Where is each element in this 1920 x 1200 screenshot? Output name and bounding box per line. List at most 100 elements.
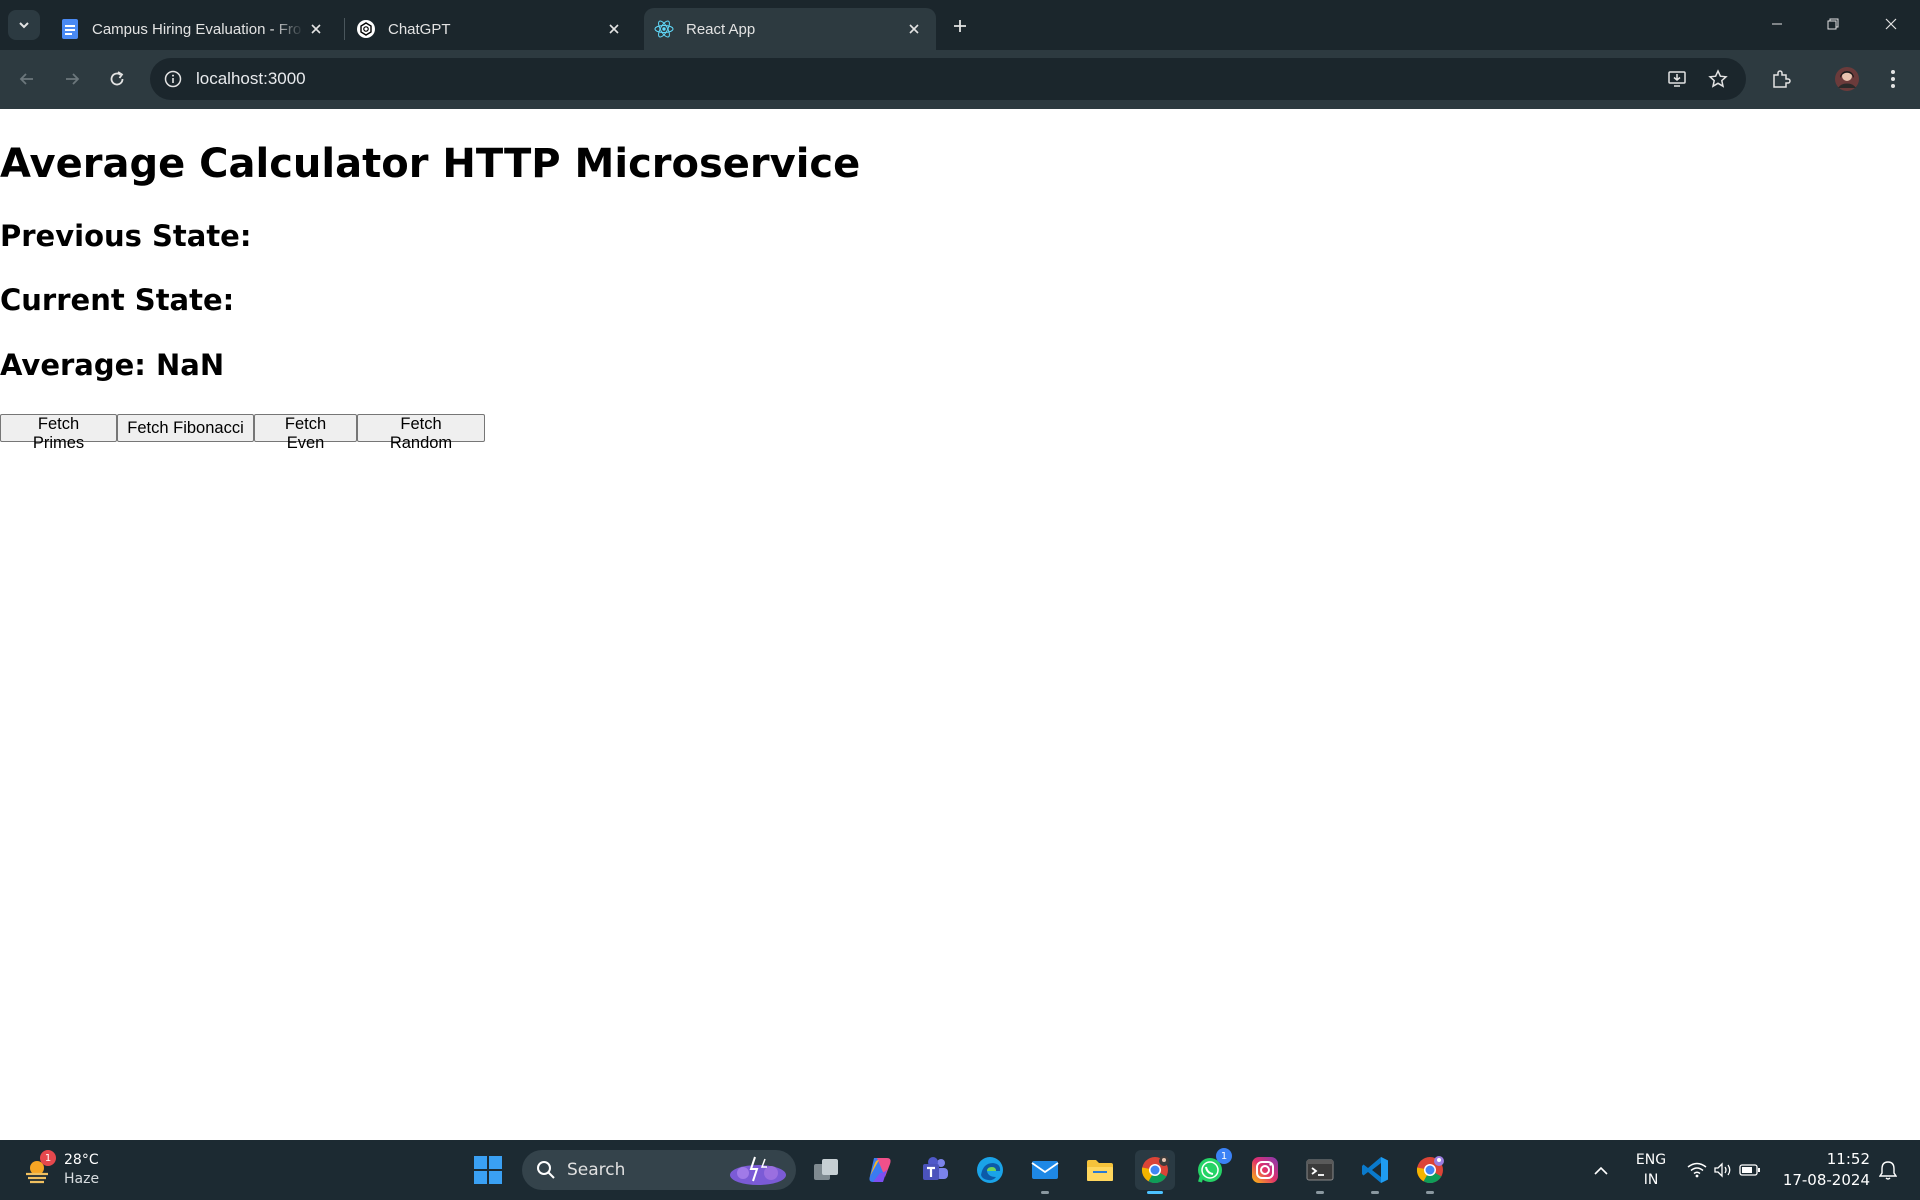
terminal-icon — [1306, 1159, 1334, 1181]
google-docs-icon — [60, 19, 80, 39]
language-indicator[interactable]: ENG IN — [1628, 1150, 1674, 1190]
weather-condition: Haze — [64, 1171, 100, 1187]
previous-state-heading: Previous State: — [0, 219, 252, 253]
arrow-left-icon — [19, 73, 33, 85]
tab-react-app[interactable]: React App — [644, 8, 936, 50]
language-line1: ENG — [1635, 1152, 1667, 1168]
fetch-fibonacci-button[interactable]: Fetch Fibonacci — [117, 414, 254, 442]
vscode-icon — [1362, 1157, 1388, 1183]
fetch-primes-button[interactable]: Fetch Primes — [0, 414, 117, 452]
profile-avatar[interactable] — [1830, 62, 1864, 96]
extensions-button[interactable] — [1764, 62, 1798, 96]
weather-temp: 28°C — [64, 1152, 99, 1168]
more-vert-icon — [1891, 70, 1895, 88]
bookmark-star-icon[interactable] — [1705, 66, 1731, 92]
instagram-button[interactable] — [1245, 1150, 1285, 1190]
wifi-icon — [1687, 1162, 1707, 1178]
chrome-button[interactable] — [1135, 1150, 1175, 1194]
fetch-even-button[interactable]: Fetch Even — [254, 414, 357, 452]
start-button[interactable] — [468, 1150, 508, 1190]
chatgpt-icon — [356, 19, 376, 39]
copilot-button[interactable] — [860, 1150, 900, 1190]
arrow-right-icon — [66, 73, 80, 85]
install-app-icon[interactable] — [1664, 66, 1690, 92]
new-tab-button[interactable] — [946, 12, 974, 40]
show-hidden-icons-button[interactable] — [1586, 1158, 1616, 1184]
weather-badge: 1 — [40, 1150, 56, 1166]
fetch-button-group: Fetch Primes Fetch Fibonacci Fetch Even … — [0, 414, 485, 452]
edge-button[interactable] — [970, 1150, 1010, 1190]
site-info-icon[interactable] — [160, 66, 186, 92]
close-window-button[interactable] — [1868, 6, 1914, 42]
edge-icon — [977, 1157, 1003, 1183]
tab-search-button[interactable] — [8, 10, 40, 40]
running-indicator — [1041, 1191, 1049, 1194]
average-heading: Average: NaN — [0, 348, 225, 382]
taskbar-search[interactable]: Search — [522, 1150, 796, 1190]
running-indicator — [1147, 1191, 1163, 1194]
restore-icon — [1827, 18, 1839, 30]
clock-date: 17-08-2024 — [1782, 1171, 1870, 1189]
search-icon — [537, 1161, 555, 1179]
minimize-icon — [1772, 23, 1782, 25]
tab-divider — [344, 18, 345, 40]
puzzle-icon — [1773, 70, 1791, 88]
vscode-button[interactable] — [1355, 1150, 1395, 1194]
clock-time: 11:52 — [1826, 1150, 1870, 1168]
copilot-icon — [869, 1158, 891, 1182]
chevron-down-icon — [19, 22, 29, 29]
tab-campus-hiring[interactable]: Campus Hiring Evaluation - Fro — [48, 8, 338, 50]
current-state-heading: Current State: — [0, 283, 235, 317]
chrome-profile-button[interactable] — [1410, 1150, 1450, 1194]
chrome-icon — [1141, 1156, 1169, 1184]
tab-title: ChatGPT — [388, 20, 451, 38]
clock[interactable]: 11:52 17-08-2024 — [1780, 1148, 1870, 1192]
search-placeholder: Search — [567, 1160, 626, 1180]
chevron-up-icon — [1594, 1166, 1608, 1175]
reload-button[interactable] — [100, 62, 134, 96]
teams-icon — [923, 1157, 948, 1180]
browser-toolbar: localhost:3000 — [0, 50, 1920, 109]
close-icon — [1885, 18, 1897, 30]
forward-button[interactable] — [55, 62, 89, 96]
notification-badge: 1 — [1216, 1148, 1232, 1164]
restore-button[interactable] — [1810, 6, 1856, 42]
close-icon[interactable] — [902, 17, 926, 41]
windows-logo-icon — [474, 1156, 502, 1184]
weather-widget[interactable]: 1 28°C Haze — [22, 1150, 112, 1190]
instagram-icon — [1252, 1157, 1278, 1183]
fetch-random-button[interactable]: Fetch Random — [357, 414, 485, 452]
tab-title: Campus Hiring Evaluation - Fro — [92, 20, 302, 38]
teams-button[interactable] — [915, 1150, 955, 1190]
tab-strip: Campus Hiring Evaluation - Fro ChatGPT R… — [0, 0, 1920, 50]
quick-settings-button[interactable] — [1684, 1156, 1764, 1184]
bell-icon — [1879, 1161, 1897, 1180]
file-explorer-button[interactable] — [1080, 1150, 1120, 1190]
minimize-button[interactable] — [1754, 6, 1800, 42]
chrome-icon — [1416, 1156, 1444, 1184]
volume-icon — [1714, 1162, 1731, 1178]
address-bar[interactable]: localhost:3000 — [150, 58, 1746, 100]
battery-icon — [1739, 1164, 1760, 1176]
plus-icon — [954, 20, 966, 32]
url-text: localhost:3000 — [196, 69, 306, 88]
windows-taskbar: 1 28°C Haze Search 1 ENG IN 11:52 17-08-… — [0, 1140, 1920, 1200]
language-line2: IN — [1643, 1172, 1659, 1188]
tab-chatgpt[interactable]: ChatGPT — [346, 8, 636, 50]
task-view-icon — [814, 1159, 838, 1180]
terminal-button[interactable] — [1300, 1150, 1340, 1194]
whatsapp-button[interactable]: 1 — [1190, 1148, 1232, 1190]
notifications-button[interactable] — [1874, 1156, 1902, 1184]
back-button[interactable] — [10, 62, 44, 96]
close-icon[interactable] — [304, 17, 328, 41]
mail-icon — [1031, 1161, 1059, 1179]
tab-title: React App — [686, 20, 756, 38]
page-content: Average Calculator HTTP Microservice Pre… — [0, 109, 1920, 1140]
search-highlight-icon — [730, 1156, 786, 1185]
reload-icon — [110, 71, 124, 86]
running-indicator — [1426, 1191, 1434, 1194]
close-icon[interactable] — [602, 17, 626, 41]
task-view-button[interactable] — [806, 1150, 846, 1190]
mail-button[interactable] — [1025, 1150, 1065, 1194]
chrome-menu-button[interactable] — [1876, 62, 1910, 96]
